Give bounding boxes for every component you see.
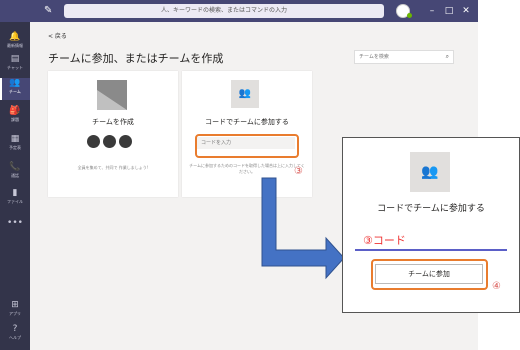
- teams-icon: 👥: [410, 152, 450, 192]
- join-button-highlight: [371, 259, 488, 290]
- zoom-title: コードでチームに参加する: [377, 204, 485, 214]
- code-input-underline: [355, 249, 507, 251]
- code-entry-label[interactable]: ③コード: [363, 232, 406, 248]
- step-4-label: ④: [492, 281, 501, 292]
- join-code-zoom-panel: 👥 コードでチームに参加する ③コード チームに参加 ④: [342, 137, 520, 313]
